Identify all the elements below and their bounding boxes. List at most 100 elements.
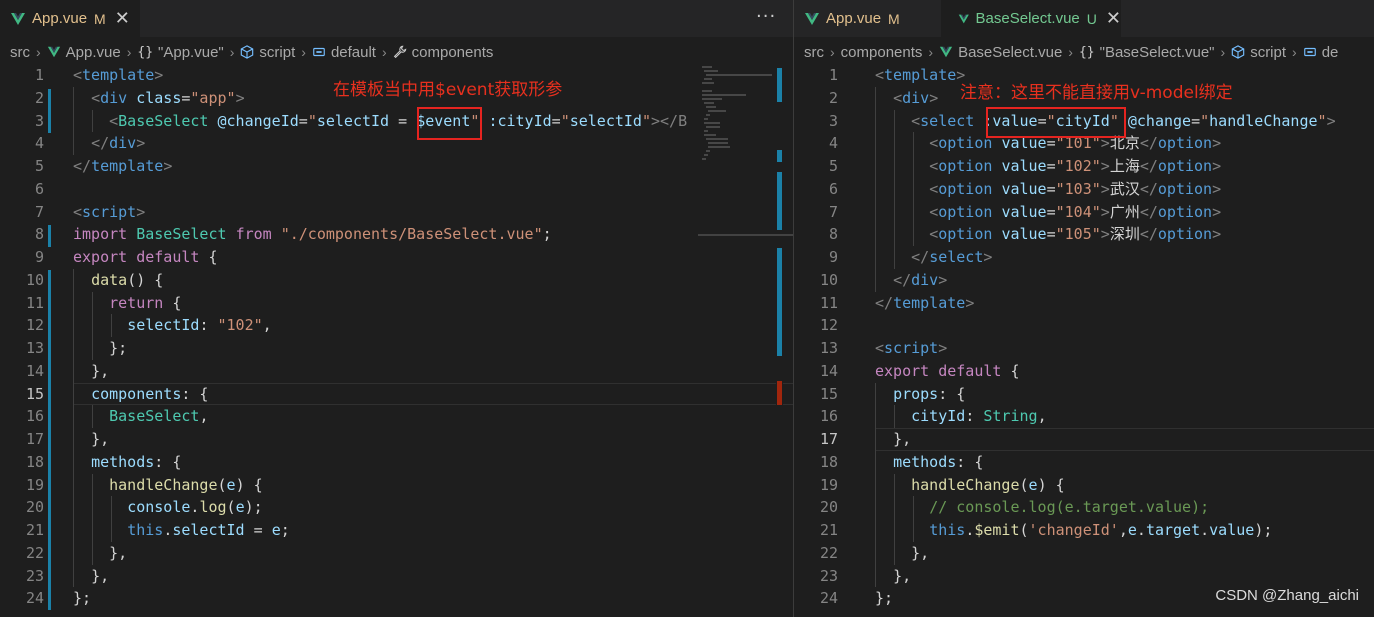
code-line: 14 export default {: [819, 361, 1020, 380]
scroll-cursor-marker: [777, 381, 782, 405]
code-line: 11 </template>: [819, 293, 975, 312]
braces-icon: {}: [137, 44, 154, 60]
watermark: CSDN @Zhang_aichi: [1215, 587, 1359, 604]
breadcrumb: src › components › BaseSelect.vue › {} "B…: [794, 40, 1374, 64]
code-line: 9 export default {: [34, 248, 218, 266]
chevron-right-icon: ›: [229, 44, 235, 60]
code-line: 6 <option value="103">武汉</option>: [794, 177, 1374, 201]
code-line: 14 },: [0, 359, 793, 383]
vue-icon: [805, 12, 819, 25]
code-editor[interactable]: 1 <template> 2 <div class="app"> 3 <BaseS…: [0, 64, 793, 610]
scroll-slider-edge: [698, 234, 793, 236]
left-tab-bar: App.vue M ✕ ···: [0, 0, 793, 37]
code-line: 18 methods: {: [0, 450, 793, 474]
code-line: 12 selectId: "102",: [0, 314, 793, 337]
code-line: 17 },: [0, 428, 793, 451]
more-actions-icon[interactable]: ···: [756, 6, 776, 27]
breadcrumb-component[interactable]: {} "App.vue": [137, 44, 223, 61]
code-line: 16 cityId: String,: [794, 405, 1374, 428]
code-line: 3 <BaseSelect @changeId="selectId = $eve…: [0, 109, 793, 133]
untracked-badge: U: [1086, 10, 1097, 27]
tab-app-vue[interactable]: App.vue M: [794, 0, 941, 37]
chevron-right-icon: ›: [1220, 44, 1226, 60]
code-editor[interactable]: 1 <template> 2 <div> 3 <select :value="ci…: [794, 64, 1374, 610]
cube-icon: [241, 45, 254, 59]
code-line: 5 </template>: [34, 157, 173, 175]
breadcrumb-script[interactable]: script: [240, 44, 295, 61]
current-code-line: 17 },: [794, 428, 1374, 451]
breadcrumb-default[interactable]: de: [1303, 44, 1338, 61]
cube-icon: [1231, 45, 1245, 59]
chevron-right-icon: ›: [1292, 44, 1297, 60]
code-line: 7 <script>: [34, 202, 146, 221]
variable-icon: [313, 47, 325, 57]
right-editor-group: App.vue M BaseSelect.vue U ✕ src › compo…: [794, 0, 1374, 617]
breadcrumb-script[interactable]: script: [1231, 44, 1286, 61]
tab-label: App.vue: [32, 10, 88, 27]
chevron-right-icon: ›: [928, 44, 934, 60]
scroll-change-marker: [777, 68, 782, 102]
chevron-right-icon: ›: [36, 44, 41, 60]
tab-baseselect-vue[interactable]: BaseSelect.vue U ✕: [941, 0, 1121, 37]
code-line: 13 };: [0, 337, 793, 360]
code-line: 22 },: [794, 541, 1374, 565]
vue-icon: [11, 12, 25, 25]
breadcrumb-default[interactable]: default: [312, 44, 376, 61]
code-line: 5 <option value="102">上海</option>: [794, 155, 1374, 178]
variable-icon: [1303, 47, 1316, 57]
code-line: 8 <option value="105">深圳</option>: [794, 223, 1374, 246]
scroll-change-marker: [777, 150, 782, 162]
code-line: 18 methods: {: [794, 450, 1374, 474]
minimap[interactable]: [698, 64, 774, 617]
code-line: 8 import BaseSelect from "./components/Ba…: [34, 225, 552, 244]
scroll-change-marker: [777, 172, 782, 230]
modified-badge: M: [94, 10, 106, 27]
code-line: 15 props: {: [794, 382, 1374, 406]
code-line: 10 </div>: [794, 268, 1374, 292]
chevron-right-icon: ›: [126, 44, 132, 60]
modified-badge: M: [888, 10, 900, 27]
annotation-highlight-box: [986, 107, 1126, 138]
code-line: 20 // console.log(e.target.value);: [794, 496, 1374, 519]
code-line: 23 },: [0, 564, 793, 588]
code-line: 12: [819, 316, 838, 335]
right-tab-bar: App.vue M BaseSelect.vue U ✕: [794, 0, 1374, 37]
code-line: 19 handleChange(e) {: [794, 473, 1374, 497]
vue-icon: [939, 46, 953, 58]
code-line: 16 BaseSelect,: [0, 405, 793, 428]
code-line: 22 },: [0, 541, 793, 565]
close-icon[interactable]: ✕: [115, 8, 130, 29]
code-line: 20 console.log(e);: [0, 496, 793, 519]
breadcrumb-component[interactable]: {} "BaseSelect.vue": [1079, 44, 1215, 61]
code-line: 10 data() {: [0, 268, 793, 292]
vue-icon: [958, 14, 969, 23]
breadcrumb-file[interactable]: BaseSelect.vue: [939, 44, 1062, 61]
code-line: 24};: [25, 589, 92, 608]
breadcrumb-components-folder[interactable]: components: [841, 44, 923, 61]
breadcrumb: src › App.vue › {} "App.vue" › script › d…: [0, 40, 793, 64]
breadcrumb-components[interactable]: components: [393, 44, 493, 61]
code-line: 19 handleChange(e) {: [0, 473, 793, 497]
close-icon[interactable]: ✕: [1106, 8, 1121, 29]
code-line: 4 </div>: [0, 132, 793, 155]
chevron-right-icon: ›: [1068, 44, 1073, 60]
breadcrumb-file[interactable]: App.vue: [47, 44, 121, 61]
scroll-change-marker: [777, 248, 782, 356]
tab-app-vue[interactable]: App.vue M ✕: [0, 0, 140, 37]
code-line: 11 return {: [0, 291, 793, 315]
annotation-label: 注意：这里不能直接用v-model绑定: [960, 83, 1233, 103]
code-line: 13 <script>: [819, 339, 948, 357]
code-line: 21 this.$emit('changeId',e.target.value)…: [794, 519, 1374, 542]
code-line: 6: [34, 179, 44, 198]
breadcrumb-src[interactable]: src: [804, 44, 824, 61]
tab-label: BaseSelect.vue: [975, 10, 1080, 27]
annotation-label: 在模板当中用$event获取形参: [333, 80, 563, 100]
annotation-highlight-box: [417, 107, 482, 140]
wrench-icon: [393, 45, 406, 59]
breadcrumb-src[interactable]: src: [10, 44, 30, 61]
code-line: 7 <option value="104">广州</option>: [794, 200, 1374, 224]
vue-icon: [47, 46, 60, 58]
chevron-right-icon: ›: [830, 44, 835, 60]
current-code-line: 15 components: {: [0, 382, 793, 406]
braces-icon: {}: [1078, 44, 1095, 60]
